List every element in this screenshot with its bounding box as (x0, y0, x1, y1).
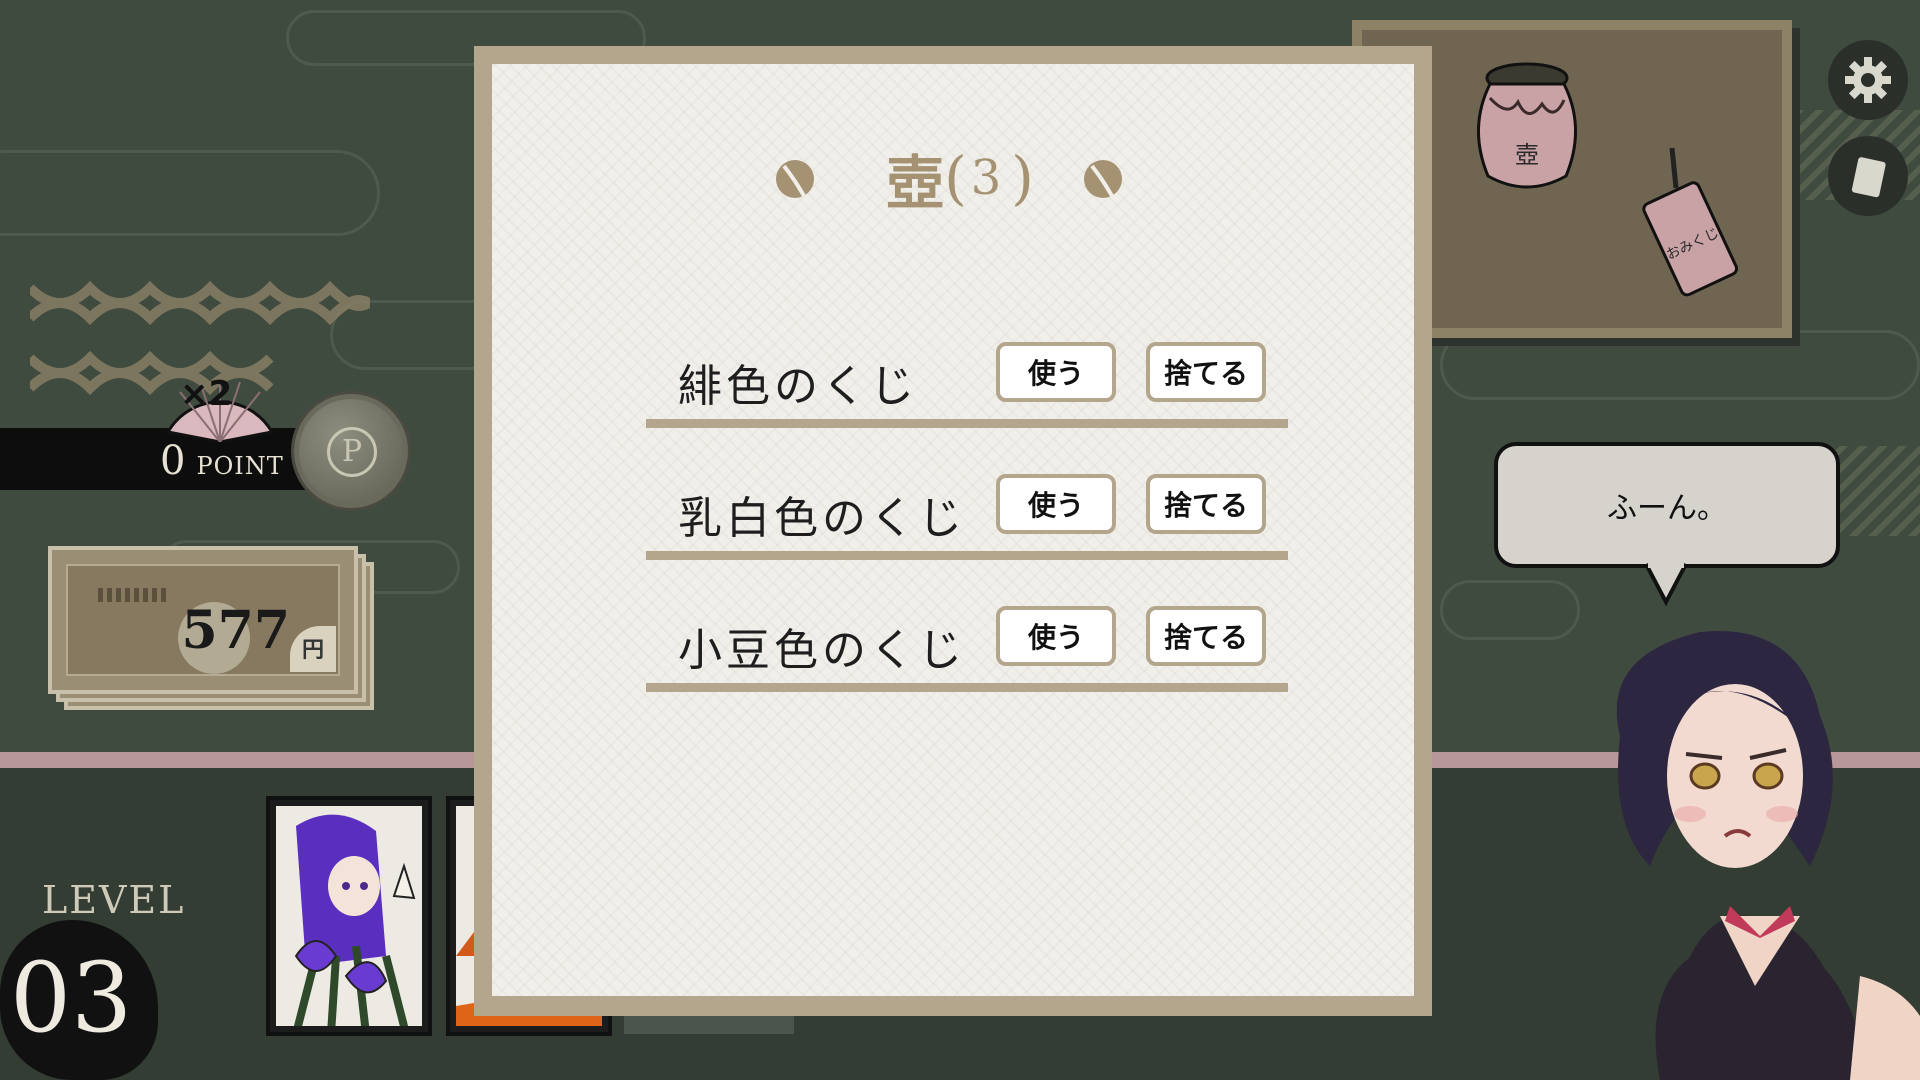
level-label: LEVEL (42, 878, 186, 922)
character-portrait (1616, 631, 1920, 1080)
point-value: 0 (160, 438, 187, 484)
item-name: 小豆色のくじ (678, 625, 966, 676)
item-row: 小豆色のくじ 使う 捨てる (646, 602, 1288, 692)
bill-front: 577 円 (48, 546, 358, 694)
cloud-decoration (0, 150, 380, 236)
empty-card-slot (624, 1014, 794, 1034)
speech-bubble-tail (1644, 562, 1688, 606)
multiplier-label: ×2 (180, 374, 233, 414)
dialog-title-text: 壺 (886, 149, 945, 217)
money-value: 577 (181, 600, 290, 661)
deck-button[interactable] (1828, 136, 1908, 216)
item-name: 乳白色のくじ (678, 493, 966, 544)
point-coin: P (294, 394, 408, 508)
discard-button[interactable]: 捨てる (1146, 474, 1266, 534)
dialog-paren-open: ( (944, 144, 967, 212)
dialog-item-count: 3 (970, 150, 1008, 206)
discard-button[interactable]: 捨てる (1146, 606, 1266, 666)
settings-button[interactable] (1828, 40, 1908, 120)
iris-card-illustration (293, 814, 416, 1026)
point-coin-icon: P (327, 427, 377, 477)
bullet-mark-icon (1084, 160, 1122, 198)
use-button[interactable]: 使う (996, 342, 1116, 402)
use-button[interactable]: 使う (996, 474, 1116, 534)
jar-item[interactable]: 壺 (1468, 58, 1586, 198)
row-divider (646, 551, 1288, 560)
omikuji-item[interactable]: おみくじ (1632, 148, 1752, 298)
bill-serial (98, 588, 168, 602)
cloud-decoration (1440, 330, 1920, 400)
card-art (276, 806, 422, 1026)
use-button[interactable]: 使う (996, 606, 1116, 666)
cards-icon (1851, 157, 1886, 198)
item-row: 緋色のくじ 使う 捨てる (646, 338, 1288, 428)
point-unit: POINT (196, 452, 284, 480)
point-display: 0 POINT (160, 438, 284, 484)
money-display: 577 円 (48, 546, 378, 716)
gear-icon (1845, 57, 1891, 103)
row-divider (646, 683, 1288, 692)
level-number: 03 (10, 942, 133, 1054)
item-row: 乳白色のくじ 使う 捨てる (646, 470, 1288, 560)
dialog-paren-close: ) (1011, 144, 1034, 212)
item-name: 緋色のくじ (678, 361, 918, 412)
hand-card-iris[interactable] (266, 796, 432, 1036)
jar-label: 壺 (1515, 141, 1539, 169)
discard-button[interactable]: 捨てる (1146, 342, 1266, 402)
speech-bubble: ふーん。 (1494, 442, 1840, 568)
row-divider (646, 419, 1288, 428)
